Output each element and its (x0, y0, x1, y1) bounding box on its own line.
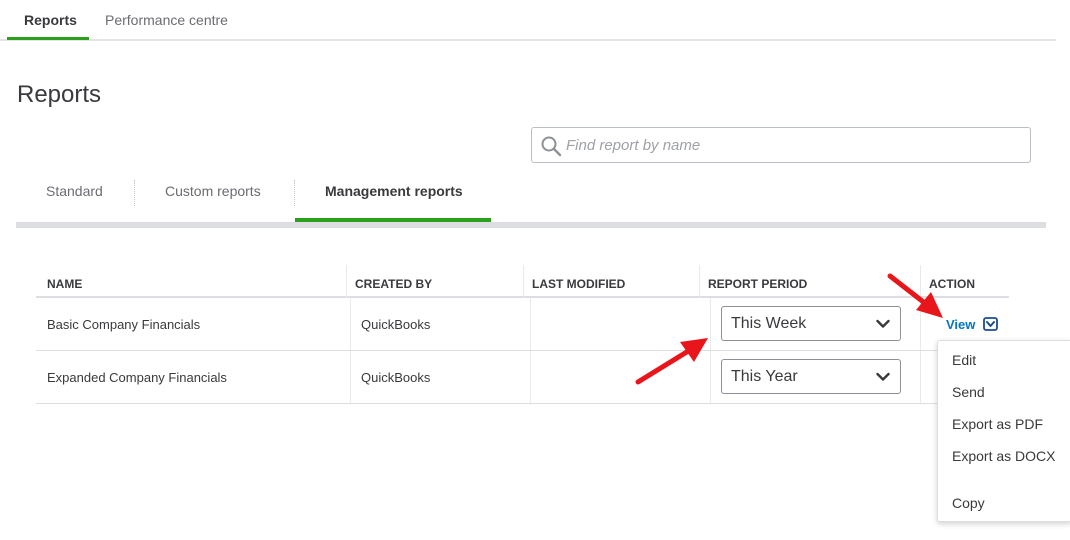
menu-item-copy[interactable]: Copy (952, 495, 1062, 511)
search-input[interactable] (566, 128, 1016, 162)
chevron-down-icon (876, 319, 890, 328)
report-period-value: This Year (731, 368, 798, 385)
column-divider (530, 351, 531, 403)
report-type-tabs: Standard Custom reports Management repor… (16, 170, 1046, 228)
column-divider (346, 265, 347, 298)
tab-divider (294, 180, 295, 206)
active-tab-indicator (7, 37, 89, 40)
tab-management-reports[interactable]: Management reports (325, 183, 463, 199)
action-menu: Edit Send Export as PDF Export as DOCX C… (937, 340, 1070, 522)
active-subtab-indicator (295, 218, 491, 222)
column-divider (920, 298, 921, 350)
table-row: Basic Company Financials QuickBooks This… (36, 298, 1009, 351)
menu-item-export-docx[interactable]: Export as DOCX (952, 448, 1062, 464)
table-header: NAME CREATED BY LAST MODIFIED REPORT PER… (36, 265, 1009, 298)
chevron-down-icon (876, 372, 890, 381)
column-header-last-modified[interactable]: LAST MODIFIED (532, 277, 625, 291)
menu-item-send[interactable]: Send (952, 384, 1062, 400)
tab-standard[interactable]: Standard (46, 183, 103, 199)
caret-down-icon[interactable] (983, 317, 998, 331)
tab-divider (134, 180, 135, 206)
table-row: Expanded Company Financials QuickBooks T… (36, 351, 1009, 404)
column-header-report-period: REPORT PERIOD (708, 277, 808, 291)
column-divider (710, 298, 711, 350)
column-header-name[interactable]: NAME (47, 277, 82, 291)
view-report-link[interactable]: View (946, 317, 975, 332)
column-header-action: ACTION (929, 277, 975, 291)
tab-custom-reports[interactable]: Custom reports (165, 183, 261, 199)
report-created-by: QuickBooks (361, 370, 431, 385)
menu-item-export-pdf[interactable]: Export as PDF (952, 416, 1062, 432)
report-period-select[interactable]: This Year (721, 359, 901, 394)
column-divider (350, 351, 351, 403)
column-divider (920, 351, 921, 403)
report-name[interactable]: Basic Company Financials (47, 317, 200, 332)
column-divider (350, 298, 351, 350)
top-tab-reports[interactable]: Reports (24, 12, 77, 28)
search-icon (541, 136, 562, 157)
top-nav: Reports Performance centre (0, 0, 1056, 41)
top-tab-performance-centre[interactable]: Performance centre (105, 12, 228, 28)
report-search (531, 127, 1031, 163)
report-name[interactable]: Expanded Company Financials (47, 370, 227, 385)
column-divider (699, 265, 700, 298)
page-title: Reports (17, 81, 102, 108)
menu-item-edit[interactable]: Edit (952, 352, 1062, 368)
report-period-value: This Week (731, 315, 807, 332)
column-header-created-by[interactable]: CREATED BY (355, 277, 432, 291)
report-period-select[interactable]: This Week (721, 306, 901, 341)
column-divider (523, 265, 524, 298)
reports-table: NAME CREATED BY LAST MODIFIED REPORT PER… (36, 265, 1009, 404)
column-divider (530, 298, 531, 350)
column-divider (710, 351, 711, 403)
report-created-by: QuickBooks (361, 317, 431, 332)
column-divider (920, 265, 921, 298)
